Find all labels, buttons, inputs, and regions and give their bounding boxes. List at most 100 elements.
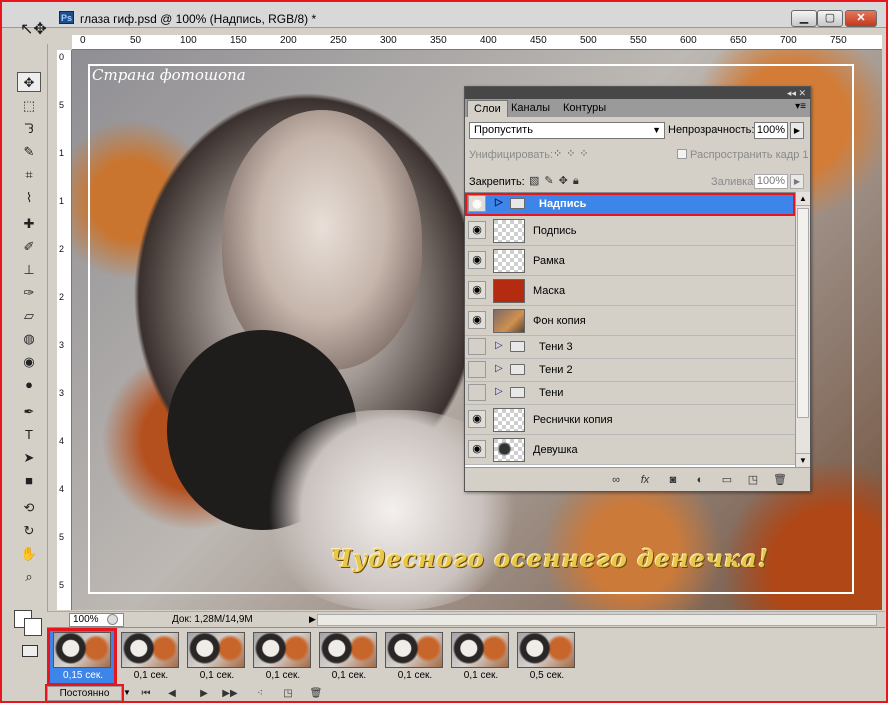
duplicate-frame-icon[interactable]: ◳ [279, 686, 297, 701]
type-tool-icon[interactable]: T [17, 425, 41, 445]
folder-icon[interactable]: ▭ [719, 472, 735, 488]
layer-row-teni[interactable]: ▷ Тени [465, 382, 795, 405]
visibility-toggle[interactable] [468, 361, 486, 378]
layer-row-maska[interactable]: ◉ Маска [465, 276, 795, 306]
animation-frame[interactable]: 0,5 сек. [513, 630, 579, 684]
animation-frame[interactable]: 0,1 сек. [315, 630, 381, 684]
previous-frame-icon[interactable]: ◀ [163, 686, 181, 701]
eye-icon[interactable]: ◉ [468, 281, 486, 299]
trash-icon[interactable]: 🗑︎ [772, 472, 788, 488]
move-tool-options-icon[interactable]: ↖✥ [20, 19, 47, 41]
animation-frame[interactable]: 0,1 сек. [117, 630, 183, 684]
animation-frame[interactable]: 0,1 сек. [183, 630, 249, 684]
opacity-slider-button[interactable]: ▶ [790, 122, 804, 139]
eraser-tool-icon[interactable]: ▱ [17, 306, 41, 326]
3d-rotate-tool-icon[interactable]: ⟲ [17, 498, 41, 518]
frame-delay[interactable]: 0,1 сек. [189, 670, 245, 681]
brush-tool-icon[interactable]: ✐ [17, 237, 41, 257]
next-frame-icon[interactable]: ▶▶ [221, 686, 239, 701]
fx-icon[interactable]: fx [637, 472, 653, 488]
panel-menu-icon[interactable]: ▾≡ [795, 101, 806, 112]
expand-triangle-icon[interactable]: ▷ [495, 386, 503, 397]
close-button[interactable]: ✕ [845, 10, 877, 27]
dodge-tool-icon[interactable]: ● [17, 375, 41, 395]
scroll-thumb[interactable] [797, 208, 809, 418]
3d-orbit-tool-icon[interactable]: ↻ [17, 521, 41, 541]
fill-slider-button[interactable]: ▶ [790, 174, 804, 189]
marquee-tool-icon[interactable]: ⬚ [17, 96, 41, 116]
quick-selection-tool-icon[interactable]: ✎ [17, 142, 41, 162]
document-info[interactable]: Док: 1,28M/14,9M [172, 614, 253, 625]
eye-icon[interactable]: ◉ [468, 410, 486, 428]
chevron-down-icon[interactable]: ▼ [123, 688, 131, 697]
visibility-toggle[interactable] [468, 384, 486, 401]
healing-brush-tool-icon[interactable]: ✚ [17, 214, 41, 234]
clone-stamp-tool-icon[interactable]: ⊥ [17, 260, 41, 280]
layer-row-fon-kopiya[interactable]: ◉ Фон копия [465, 306, 795, 336]
pen-tool-icon[interactable]: ✒ [17, 402, 41, 422]
minimize-button[interactable]: ▁ [791, 10, 817, 27]
tween-icon[interactable]: ⁖ [251, 686, 269, 701]
opacity-input[interactable]: 100% [754, 122, 788, 139]
panel-collapse-bar[interactable]: ◂◂ ✕ [465, 87, 810, 99]
mask-icon[interactable]: ◙ [665, 472, 681, 488]
layer-row-devushka[interactable]: ◉ Девушка [465, 435, 795, 465]
frame-delay[interactable]: 0,1 сек. [123, 670, 179, 681]
delete-frame-icon[interactable]: 🗑︎ [307, 686, 325, 701]
crop-tool-icon[interactable]: ⌗ [17, 165, 41, 185]
eye-icon[interactable]: ◉ [468, 440, 486, 458]
tab-layers[interactable]: Слои [467, 100, 508, 117]
zoom-tool-icon[interactable]: ⌕ [17, 567, 41, 587]
background-color-swatch[interactable] [24, 618, 42, 636]
status-menu-icon[interactable]: ▶ [309, 614, 316, 625]
layers-scrollbar[interactable]: ▲ ▼ [795, 192, 810, 467]
expand-triangle-icon[interactable]: ▷ [495, 197, 503, 208]
loop-select[interactable]: Постоянно [45, 684, 124, 703]
animation-frame[interactable]: 0,15 сек. [47, 628, 117, 686]
path-selection-tool-icon[interactable]: ➤ [17, 448, 41, 468]
unify-icons[interactable]: ⁘⁘⁘ [553, 147, 593, 160]
layer-row-teni-3[interactable]: ▷ Тени 3 [465, 336, 795, 359]
layer-row-resnichki-kopiya[interactable]: ◉ Реснички копия [465, 405, 795, 435]
new-layer-icon[interactable]: ◳ [745, 472, 761, 488]
move-tool-icon[interactable]: ✥ [17, 72, 41, 92]
blend-mode-select[interactable]: Пропустить ▼ [469, 122, 665, 139]
eyedropper-tool-icon[interactable]: ⌇ [17, 188, 41, 208]
lock-icons[interactable]: ▧✎✥🔒︎ [529, 174, 584, 188]
scroll-up-icon[interactable]: ▲ [796, 192, 810, 206]
frame-delay[interactable]: 0,5 сек. [519, 670, 575, 681]
frame-delay[interactable]: 0,15 сек. [55, 670, 111, 681]
history-brush-tool-icon[interactable]: ✑ [17, 283, 41, 303]
frame-delay[interactable]: 0,1 сек. [255, 670, 311, 681]
tab-channels[interactable]: Каналы [505, 100, 556, 117]
eye-icon[interactable]: ◉ [468, 195, 486, 212]
layer-row-nadpis[interactable]: ◉ ▷ Надпись [465, 193, 795, 217]
blur-tool-icon[interactable]: ◉ [17, 352, 41, 372]
eye-icon[interactable]: ◉ [468, 221, 486, 239]
frame-delay[interactable]: 0,1 сек. [453, 670, 509, 681]
layer-row-teni-2[interactable]: ▷ Тени 2 [465, 359, 795, 382]
tab-paths[interactable]: Контуры [557, 100, 612, 117]
maximize-button[interactable]: ▢ [817, 10, 843, 27]
link-icon[interactable]: ∞ [608, 472, 624, 488]
fill-input[interactable]: 100% [754, 174, 788, 189]
horizontal-scrollbar[interactable] [317, 614, 877, 626]
quick-mask-icon[interactable] [22, 645, 38, 657]
paint-bucket-tool-icon[interactable]: ◍ [17, 329, 41, 349]
lasso-tool-icon[interactable]: ᘊ [17, 119, 41, 139]
first-frame-icon[interactable]: ⏮ [137, 686, 155, 701]
propagate-frame-checkbox[interactable]: Распространить кадр 1 [677, 149, 808, 161]
animation-frame[interactable]: 0,1 сек. [249, 630, 315, 684]
expand-triangle-icon[interactable]: ▷ [495, 340, 503, 351]
hand-tool-icon[interactable]: ✋ [17, 544, 41, 564]
rectangle-tool-icon[interactable]: ■ [17, 471, 41, 491]
frame-delay[interactable]: 0,1 сек. [387, 670, 443, 681]
eye-icon[interactable]: ◉ [468, 251, 486, 269]
visibility-toggle[interactable] [468, 338, 486, 355]
play-icon[interactable]: ▶ [195, 686, 213, 701]
layer-row-ramka[interactable]: ◉ Рамка [465, 246, 795, 276]
frame-delay[interactable]: 0,1 сек. [321, 670, 377, 681]
scroll-down-icon[interactable]: ▼ [796, 453, 810, 467]
eye-icon[interactable]: ◉ [468, 311, 486, 329]
animation-frame[interactable]: 0,1 сек. [381, 630, 447, 684]
